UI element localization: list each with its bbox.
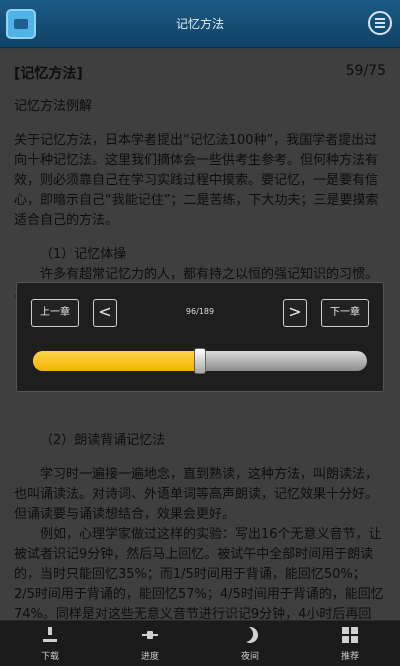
night-label: 夜间	[240, 652, 259, 662]
moon-icon	[242, 627, 258, 643]
menu-list-icon[interactable]	[368, 11, 392, 35]
paragraph: 例如，心理学家做过这样的实验：写出16个无意义音节，让被试者识记9分钟，然后马上…	[14, 527, 384, 620]
subtitle: 记忆方法例解	[14, 99, 93, 114]
paragraph: 学习时一遍接一遍地念，直到熟读，这种方法，叫朗读法，也叫诵读法。对诗词、外语单词…	[14, 467, 379, 522]
progress-slider[interactable]	[33, 348, 367, 374]
next-chapter-button[interactable]: 下一章	[321, 299, 369, 327]
chapter-title: [记忆方法]	[14, 66, 83, 82]
paragraph: 关于记忆方法，日本学者提出“记忆法100种”，我国学者提出过向十种记忆法。这里我…	[14, 133, 379, 228]
app-title: 记忆方法	[175, 17, 224, 31]
section-heading: （1）记忆体操	[40, 247, 127, 262]
chapter-header: [记忆方法] 59/75	[14, 63, 386, 83]
night-mode-button[interactable]: 夜间	[200, 621, 300, 666]
download-button[interactable]: 下载	[0, 621, 100, 666]
progress-button[interactable]: 进度	[100, 621, 200, 666]
download-label: 下载	[40, 652, 59, 662]
progress-label: 进度	[140, 652, 159, 662]
progress-fill	[33, 351, 200, 371]
title-bar: 记忆方法	[0, 0, 400, 48]
page-indicator: 59/75	[345, 63, 386, 79]
next-page-button[interactable]: >	[283, 299, 307, 327]
section-heading: （2）朗读背诵记忆法	[40, 433, 166, 448]
grid-icon	[342, 627, 358, 643]
progress-icon	[142, 627, 158, 643]
recommend-label: 推荐	[340, 652, 359, 662]
bottom-toolbar: 下载 进度 夜间 推荐	[0, 620, 400, 666]
download-icon	[42, 627, 58, 643]
recommend-button[interactable]: 推荐	[300, 621, 400, 666]
progress-panel: 上一章 < 96/189 > 下一章	[16, 282, 384, 392]
slider-thumb[interactable]	[194, 348, 206, 374]
